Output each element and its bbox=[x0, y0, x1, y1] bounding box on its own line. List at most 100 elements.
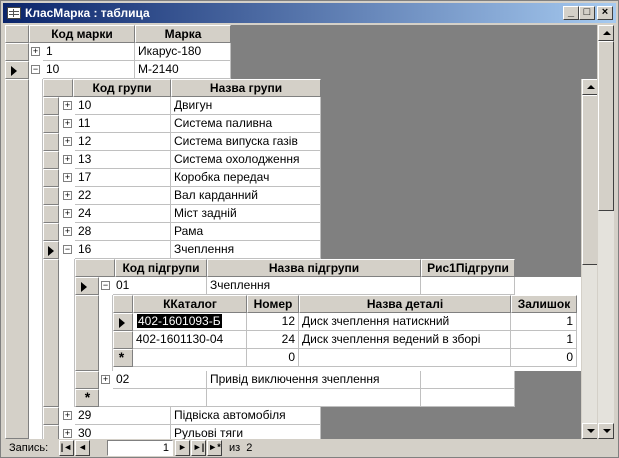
row-selector[interactable] bbox=[43, 205, 59, 223]
previous-record-button[interactable]: ◄ bbox=[75, 440, 90, 456]
level4-cell-rest[interactable]: 1 bbox=[511, 313, 577, 331]
next-record-button[interactable]: ► bbox=[175, 440, 190, 456]
row-selector[interactable] bbox=[113, 331, 133, 349]
level1-cell-code[interactable]: 10 bbox=[43, 61, 135, 79]
level2-cell-name[interactable]: Підвіска автомобіля bbox=[171, 407, 321, 425]
level2-cell-name[interactable]: Вал карданний bbox=[171, 187, 321, 205]
close-button[interactable]: × bbox=[597, 6, 613, 20]
level2-cell-code[interactable]: 24 bbox=[75, 205, 171, 223]
row-selector[interactable] bbox=[43, 407, 59, 425]
expand-icon[interactable]: + bbox=[31, 47, 40, 56]
row-selector[interactable] bbox=[43, 151, 59, 169]
expand-icon[interactable]: + bbox=[63, 137, 72, 146]
row-selector[interactable] bbox=[43, 115, 59, 133]
level3-header-name[interactable]: Назва підгрупи bbox=[207, 259, 421, 277]
level4-header-catalog[interactable]: ККаталог bbox=[133, 295, 247, 313]
scroll-down-button[interactable] bbox=[598, 423, 614, 439]
row-selector[interactable] bbox=[43, 169, 59, 187]
collapse-icon[interactable]: − bbox=[63, 245, 72, 254]
level3-cell-name[interactable] bbox=[207, 389, 421, 407]
scroll-thumb[interactable] bbox=[598, 41, 614, 211]
current-row-selector[interactable] bbox=[113, 313, 133, 331]
scroll-up-button[interactable] bbox=[598, 25, 614, 41]
current-row-selector[interactable] bbox=[43, 241, 59, 259]
level3-cell-pic[interactable] bbox=[421, 277, 515, 295]
level2-cell-name[interactable]: Двигун bbox=[171, 97, 321, 115]
row-selector[interactable] bbox=[75, 371, 99, 389]
expand-icon[interactable]: + bbox=[63, 429, 72, 438]
level1-header-code[interactable]: Код марки bbox=[29, 25, 135, 43]
scroll-up-button[interactable] bbox=[582, 79, 597, 95]
collapse-icon[interactable]: − bbox=[31, 65, 40, 74]
level3-header-pic[interactable]: Рис1Підгрупи bbox=[421, 259, 515, 277]
scroll-thumb[interactable] bbox=[582, 95, 597, 265]
level2-cell-code[interactable]: 12 bbox=[75, 133, 171, 151]
level2-cell-name[interactable]: Система випуска газів bbox=[171, 133, 321, 151]
row-selector[interactable] bbox=[43, 133, 59, 151]
level4-cell-catalog[interactable]: 402-1601093-Б bbox=[133, 313, 247, 331]
level2-header-code[interactable]: Код групи bbox=[73, 79, 171, 97]
level2-cell-code[interactable]: 29 bbox=[75, 407, 171, 425]
level3-cell-pic[interactable] bbox=[421, 389, 515, 407]
current-row-selector[interactable] bbox=[5, 61, 29, 79]
level1-cell-name[interactable]: Икарус-180 bbox=[135, 43, 231, 61]
expand-icon[interactable]: + bbox=[63, 411, 72, 420]
title-bar[interactable]: КласМарка : таблица _ □ × bbox=[3, 3, 616, 23]
scroll-down-button[interactable] bbox=[582, 423, 597, 439]
record-number-input[interactable]: 1 bbox=[107, 440, 173, 456]
level4-cell-catalog[interactable]: 402-1601130-04 bbox=[133, 331, 247, 349]
expand-icon[interactable]: + bbox=[101, 375, 110, 384]
level4-header-rest[interactable]: Залишок bbox=[511, 295, 577, 313]
expand-icon[interactable]: + bbox=[63, 155, 72, 164]
minimize-button[interactable]: _ bbox=[563, 6, 579, 20]
level4-header-number[interactable]: Номер bbox=[247, 295, 299, 313]
level4-cell-rest[interactable]: 0 bbox=[511, 349, 577, 367]
level2-header-name[interactable]: Назва групи bbox=[171, 79, 321, 97]
level1-header-name[interactable]: Марка bbox=[135, 25, 231, 43]
row-selector[interactable] bbox=[43, 425, 59, 439]
expand-icon[interactable]: + bbox=[63, 227, 72, 236]
level1-cell-name[interactable]: М-2140 bbox=[135, 61, 231, 79]
row-selector[interactable] bbox=[43, 187, 59, 205]
level2-cell-name[interactable]: Міст задній bbox=[171, 205, 321, 223]
level2-cell-name[interactable]: Коробка передач bbox=[171, 169, 321, 187]
new-row-selector[interactable]: * bbox=[113, 349, 133, 367]
level4-header-name[interactable]: Назва деталі bbox=[299, 295, 511, 313]
level4-cell-rest[interactable]: 1 bbox=[511, 331, 577, 349]
new-record-button[interactable]: ►* bbox=[207, 440, 222, 456]
expand-icon[interactable]: + bbox=[63, 101, 72, 110]
level3-header-code[interactable]: Код підгрупи bbox=[115, 259, 207, 277]
level2-cell-code[interactable]: 11 bbox=[75, 115, 171, 133]
row-selector[interactable] bbox=[43, 97, 59, 115]
level4-cell-number[interactable]: 0 bbox=[247, 349, 299, 367]
level2-cell-name[interactable]: Система охолодження bbox=[171, 151, 321, 169]
collapse-icon[interactable]: − bbox=[101, 281, 110, 290]
maximize-button[interactable]: □ bbox=[579, 6, 595, 20]
level1-cell-code[interactable]: 1 bbox=[43, 43, 135, 61]
expand-icon[interactable]: + bbox=[63, 209, 72, 218]
level2-cell-name[interactable]: Система паливна bbox=[171, 115, 321, 133]
first-record-button[interactable]: |◄ bbox=[59, 440, 74, 456]
level2-cell-name[interactable]: Зчеплення bbox=[171, 241, 321, 259]
expand-icon[interactable]: + bbox=[63, 173, 72, 182]
row-selector[interactable] bbox=[43, 223, 59, 241]
row-selector[interactable] bbox=[5, 43, 29, 61]
outer-vertical-scrollbar[interactable] bbox=[597, 25, 614, 439]
level2-cell-name[interactable]: Рама bbox=[171, 223, 321, 241]
level4-cell-name[interactable]: Диск зчеплення ведений в зборі bbox=[299, 331, 511, 349]
level3-cell-code[interactable] bbox=[99, 389, 207, 407]
level2-cell-name[interactable]: Рульові тяги bbox=[171, 425, 321, 439]
level4-cell-number[interactable]: 24 bbox=[247, 331, 299, 349]
inner-vertical-scrollbar[interactable] bbox=[581, 79, 597, 439]
level4-cell-name[interactable]: Диск зчеплення натискний bbox=[299, 313, 511, 331]
level3-cell-code[interactable]: 01 bbox=[113, 277, 207, 295]
level2-cell-code[interactable]: 30 bbox=[75, 425, 171, 439]
expand-icon[interactable]: + bbox=[63, 191, 72, 200]
level2-cell-code[interactable]: 13 bbox=[75, 151, 171, 169]
new-row-selector[interactable]: * bbox=[75, 389, 99, 407]
selected-text[interactable]: 402-1601093-Б bbox=[137, 314, 222, 328]
level3-cell-code[interactable]: 02 bbox=[113, 371, 207, 389]
level2-cell-code[interactable]: 10 bbox=[75, 97, 171, 115]
level3-cell-pic[interactable] bbox=[421, 371, 515, 389]
current-row-selector[interactable] bbox=[75, 277, 99, 295]
